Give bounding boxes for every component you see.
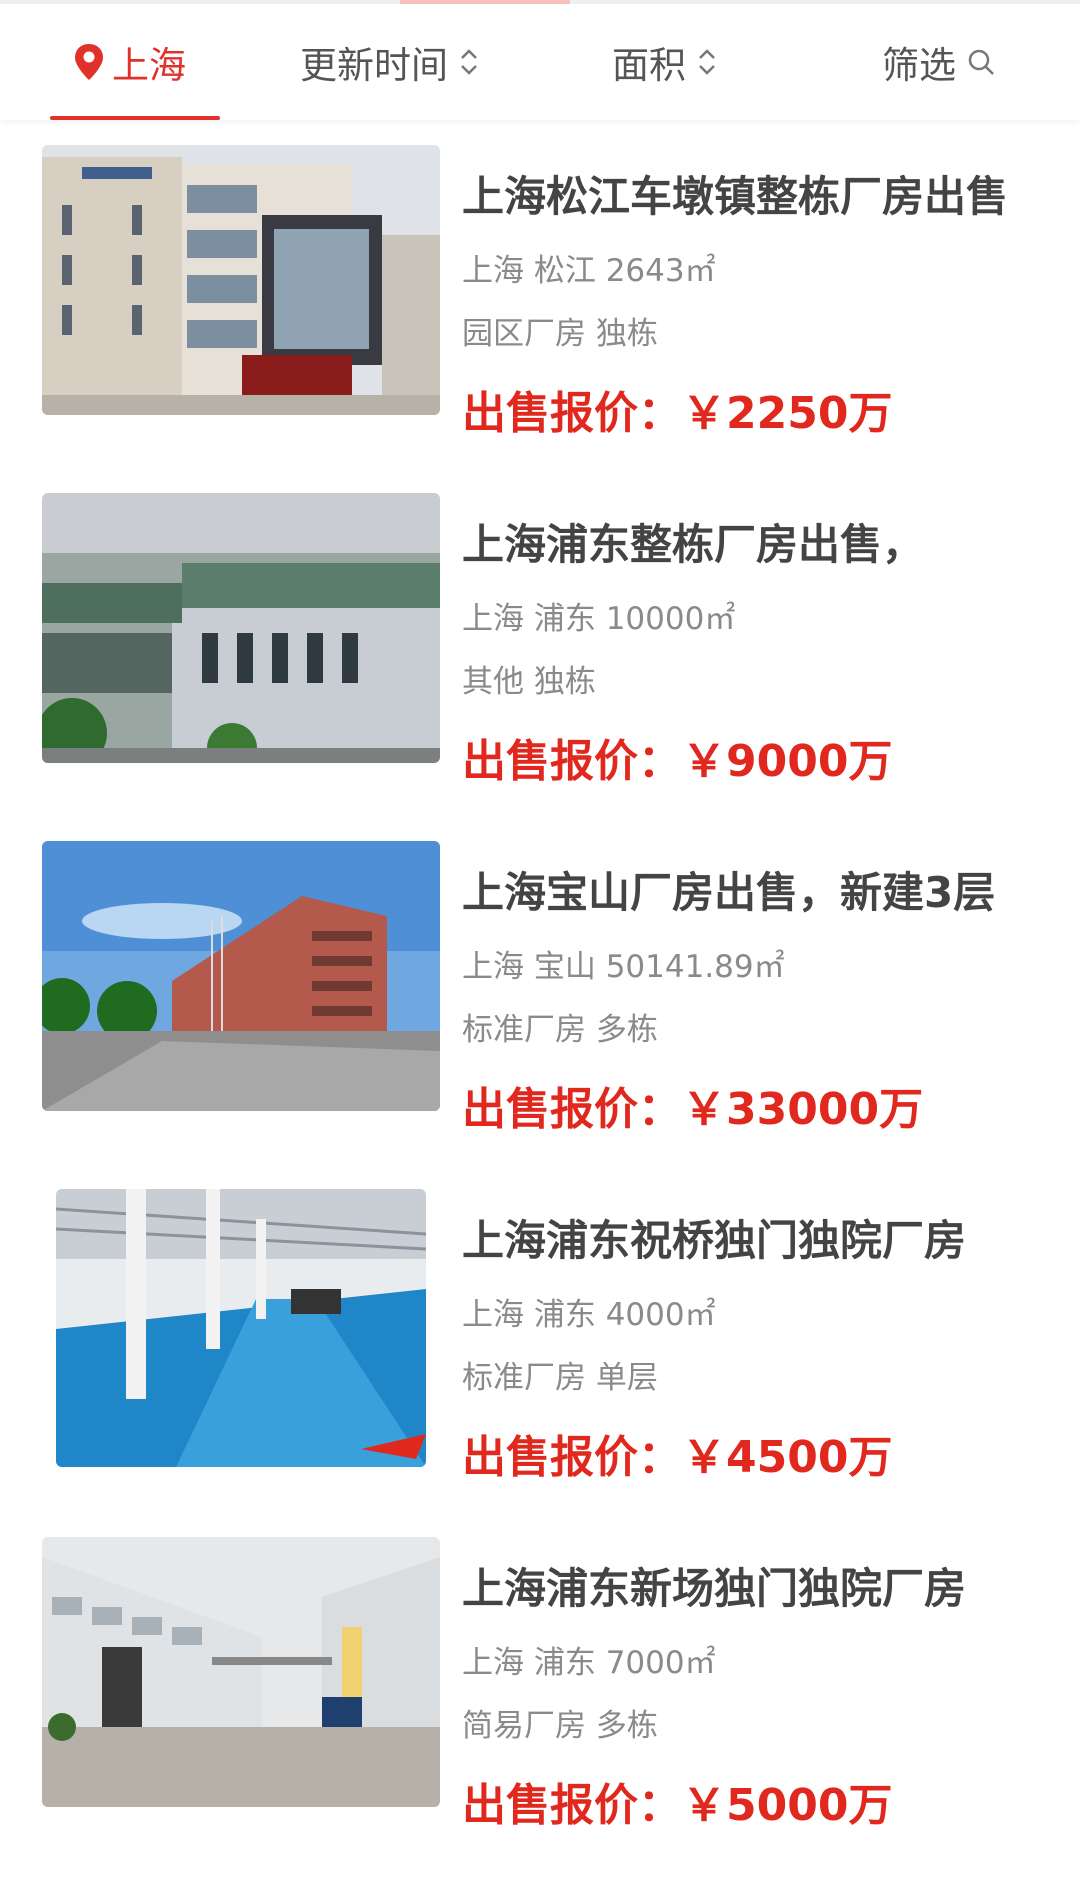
listing-location-area: 上海 松江 2643㎡ bbox=[462, 253, 716, 289]
listing-price: 出售报价：￥33000万 bbox=[462, 1073, 923, 1137]
sort-time-label: 更新时间 bbox=[300, 44, 448, 87]
listing-photo bbox=[42, 1537, 440, 1807]
price-label: 出售报价： bbox=[462, 1084, 682, 1135]
listing-location-area: 上海 浦东 10000㎡ bbox=[462, 601, 736, 637]
city-filter[interactable]: 上海 bbox=[72, 4, 186, 120]
listing-title[interactable]: 上海宝山厂房出售，新建3层 bbox=[462, 859, 1022, 920]
price-value: ￥2250万 bbox=[682, 388, 893, 439]
listing-tags: 标准厂房 多栋 bbox=[462, 1012, 658, 1048]
listing-tags: 标准厂房 单层 bbox=[462, 1360, 658, 1396]
price-value: ￥33000万 bbox=[682, 1084, 924, 1135]
price-value: ￥4500万 bbox=[682, 1432, 893, 1483]
search-icon bbox=[968, 49, 994, 75]
filter-label: 筛选 bbox=[882, 44, 956, 87]
listing-photo bbox=[56, 1189, 426, 1467]
listing-location-area: 上海 浦东 7000㎡ bbox=[462, 1645, 716, 1681]
listing-card[interactable]: 上海浦东祝桥独门独院厂房 上海 浦东 4000㎡ 标准厂房 单层 出售报价：￥4… bbox=[0, 1189, 1080, 1537]
listing-tags: 园区厂房 独栋 bbox=[462, 316, 658, 352]
listing-list: 上海松江车墩镇整栋厂房出售 上海 松江 2643㎡ 园区厂房 独栋 出售报价：￥… bbox=[0, 120, 1080, 1885]
listing-card[interactable]: 上海松江车墩镇整栋厂房出售 上海 松江 2643㎡ 园区厂房 独栋 出售报价：￥… bbox=[0, 145, 1080, 493]
listing-photo bbox=[42, 493, 440, 763]
price-label: 出售报价： bbox=[462, 1432, 682, 1483]
listing-title[interactable]: 上海浦东整栋厂房出售， bbox=[462, 511, 1022, 572]
sort-updown-icon bbox=[699, 49, 715, 75]
listing-photo bbox=[42, 145, 440, 415]
listing-price: 出售报价：￥4500万 bbox=[462, 1421, 892, 1485]
listing-photo bbox=[42, 841, 440, 1111]
listing-title[interactable]: 上海浦东新场独门独院厂房 bbox=[462, 1555, 1022, 1616]
listing-title[interactable]: 上海浦东祝桥独门独院厂房 bbox=[462, 1207, 1022, 1268]
price-label: 出售报价： bbox=[462, 1780, 682, 1831]
listing-price: 出售报价：￥9000万 bbox=[462, 725, 892, 789]
listing-location-area: 上海 宝山 50141.89㎡ bbox=[462, 949, 785, 985]
listing-title[interactable]: 上海松江车墩镇整栋厂房出售 bbox=[462, 163, 1022, 224]
listing-price: 出售报价：￥5000万 bbox=[462, 1769, 892, 1833]
listing-price: 出售报价：￥2250万 bbox=[462, 377, 892, 441]
city-label: 上海 bbox=[112, 44, 186, 87]
location-pin-icon bbox=[75, 44, 103, 80]
price-label: 出售报价： bbox=[462, 388, 682, 439]
sort-time-button[interactable]: 更新时间 bbox=[300, 4, 480, 120]
price-label: 出售报价： bbox=[462, 736, 682, 787]
price-value: ￥9000万 bbox=[682, 736, 893, 787]
filter-button[interactable]: 筛选 bbox=[882, 4, 996, 120]
sort-updown-icon bbox=[461, 49, 477, 75]
filter-bar: 上海 更新时间 面积 筛选 bbox=[0, 4, 1080, 120]
price-value: ￥5000万 bbox=[682, 1780, 893, 1831]
sort-area-label: 面积 bbox=[612, 44, 686, 87]
sort-area-button[interactable]: 面积 bbox=[612, 4, 718, 120]
listing-tags: 简易厂房 多栋 bbox=[462, 1708, 658, 1744]
listing-card[interactable]: 上海浦东新场独门独院厂房 上海 浦东 7000㎡ 简易厂房 多栋 出售报价：￥5… bbox=[0, 1537, 1080, 1885]
listing-card[interactable]: 上海宝山厂房出售，新建3层 上海 宝山 50141.89㎡ 标准厂房 多栋 出售… bbox=[0, 841, 1080, 1189]
listing-location-area: 上海 浦东 4000㎡ bbox=[462, 1297, 716, 1333]
listing-tags: 其他 独栋 bbox=[462, 664, 596, 700]
active-tab-indicator bbox=[50, 116, 220, 120]
listing-card[interactable]: 上海浦东整栋厂房出售， 上海 浦东 10000㎡ 其他 独栋 出售报价：￥900… bbox=[0, 493, 1080, 841]
